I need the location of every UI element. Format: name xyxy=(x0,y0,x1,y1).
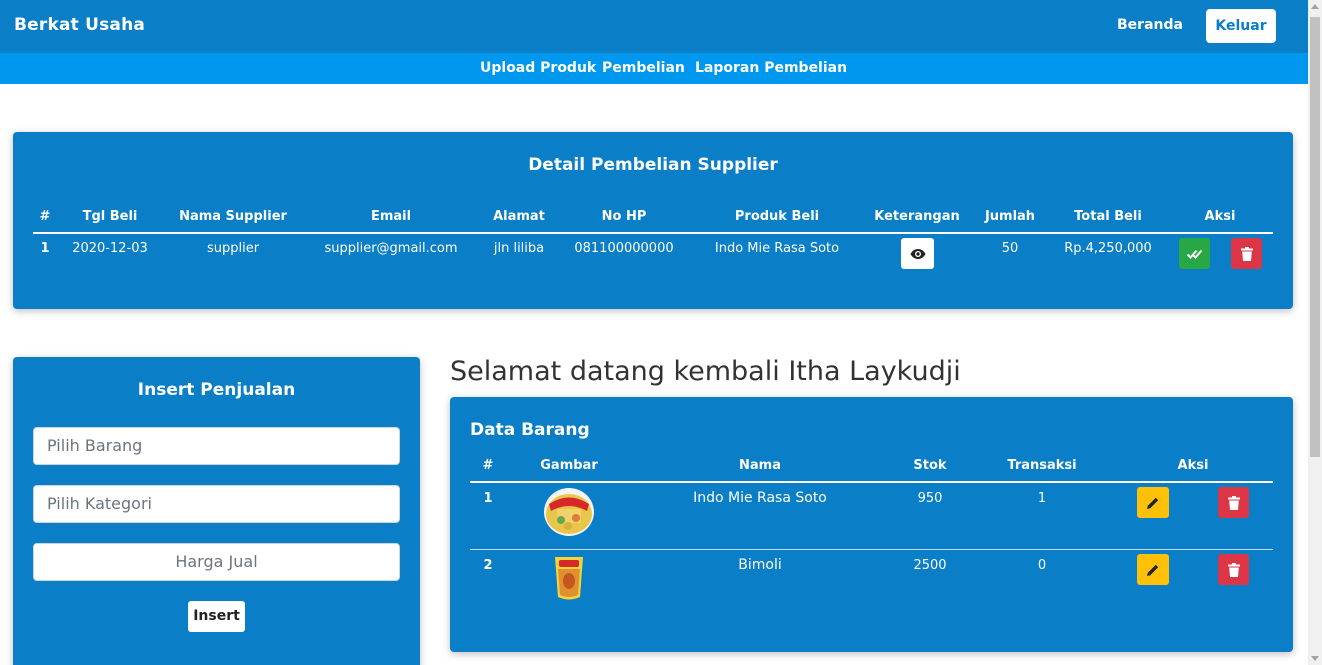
select-kategori-input[interactable]: Pilih Kategori xyxy=(33,485,400,523)
item-row-no: 1 xyxy=(483,491,493,506)
item-row-transactions: 1 xyxy=(1037,491,1047,506)
col-header-tgl-beli: Tgl Beli xyxy=(82,209,138,224)
col-header-nama-supplier: Nama Supplier xyxy=(179,209,287,224)
item-row-name: Indo Mie Rasa Soto xyxy=(693,490,827,506)
col-header-no: # xyxy=(39,209,51,224)
items-col-header-no: # xyxy=(482,458,494,473)
items-header-divider xyxy=(470,481,1273,483)
item-row-divider xyxy=(470,549,1273,550)
view-detail-button[interactable] xyxy=(901,238,934,269)
trash-icon xyxy=(1240,246,1253,261)
edit-item-button[interactable] xyxy=(1137,554,1169,585)
row-nama-supplier: supplier xyxy=(206,241,260,256)
trash-icon xyxy=(1227,562,1240,577)
subnav-upload-produk[interactable]: Upload Produk xyxy=(480,60,596,76)
item-row-stock: 2500 xyxy=(913,558,947,573)
insert-sales-title: Insert Penjualan xyxy=(137,380,296,400)
purchase-detail-card: Detail Pembelian Supplier # Tgl Beli Nam… xyxy=(13,132,1293,309)
delete-purchase-button[interactable] xyxy=(1231,238,1262,269)
item-row-stock: 950 xyxy=(917,491,943,506)
col-header-alamat: Alamat xyxy=(493,209,545,224)
sub-navbar: Upload Produk Pembelian Laporan Pembelia… xyxy=(0,53,1308,84)
col-header-produk-beli: Produk Beli xyxy=(734,209,820,224)
subnav-pembelian[interactable]: Pembelian xyxy=(602,60,685,76)
col-header-email: Email xyxy=(370,209,412,224)
trash-icon xyxy=(1227,495,1240,510)
pencil-icon xyxy=(1147,564,1159,576)
logout-button[interactable]: Keluar xyxy=(1206,9,1276,43)
harga-jual-input[interactable]: Harga Jual xyxy=(33,543,400,581)
table-header-divider xyxy=(33,232,1273,234)
insert-sales-card: Insert Penjualan Pilih Barang Pilih Kate… xyxy=(13,357,420,665)
row-alamat: jln liliba xyxy=(493,241,545,256)
top-navbar: Berkat Usaha Beranda Keluar xyxy=(0,0,1308,53)
welcome-heading: Selamat datang kembali Itha Laykudji xyxy=(450,356,961,387)
row-produk-beli: Indo Mie Rasa Soto xyxy=(714,241,840,256)
purchase-detail-title: Detail Pembelian Supplier xyxy=(528,155,778,175)
row-no-hp: 081100000000 xyxy=(574,241,674,256)
delete-item-button[interactable] xyxy=(1218,487,1249,518)
nav-link-beranda[interactable]: Beranda xyxy=(1117,17,1183,33)
scrollbar-thumb[interactable] xyxy=(1310,17,1320,457)
items-col-header-nama: Nama xyxy=(739,458,781,473)
insert-button[interactable]: Insert xyxy=(188,601,245,632)
items-col-header-aksi: Aksi xyxy=(1177,458,1209,473)
row-total-beli: Rp.4,250,000 xyxy=(1064,241,1152,256)
item-row-name: Bimoli xyxy=(738,557,782,573)
items-col-header-stok: Stok xyxy=(913,458,947,473)
item-row-transactions: 0 xyxy=(1037,558,1047,573)
items-col-header-gambar: Gambar xyxy=(540,458,598,473)
approve-button[interactable] xyxy=(1179,238,1210,269)
col-header-jumlah: Jumlah xyxy=(984,209,1036,224)
scroll-down-arrow-icon[interactable] xyxy=(1311,656,1319,661)
items-table-title: Data Barang xyxy=(470,420,590,440)
item-row-no: 2 xyxy=(483,558,493,573)
indomie-soto-product-image[interactable] xyxy=(543,487,595,537)
delete-item-button[interactable] xyxy=(1218,554,1249,585)
subnav-laporan-pembelian[interactable]: Laporan Pembelian xyxy=(695,60,847,76)
col-header-keterangan: Keterangan xyxy=(874,209,960,224)
double-check-icon xyxy=(1186,249,1202,259)
col-header-no-hp: No HP xyxy=(601,209,647,224)
col-header-aksi: Aksi xyxy=(1204,209,1236,224)
col-header-total-beli: Total Beli xyxy=(1074,209,1142,224)
row-no: 1 xyxy=(40,241,50,256)
row-email: supplier@gmail.com xyxy=(324,241,458,256)
bimoli-oil-product-image[interactable] xyxy=(551,555,587,603)
items-col-header-transaksi: Transaksi xyxy=(1007,458,1077,473)
row-jumlah: 50 xyxy=(1001,241,1019,256)
edit-item-button[interactable] xyxy=(1137,487,1169,518)
eye-icon xyxy=(910,248,925,259)
items-table-card: Data Barang # Gambar Nama Stok Transaksi… xyxy=(450,397,1293,652)
row-tgl-beli: 2020-12-03 xyxy=(72,241,148,256)
page-scrollbar[interactable] xyxy=(1308,0,1322,665)
brand-logo-text[interactable]: Berkat Usaha xyxy=(14,15,145,35)
scroll-up-arrow-icon[interactable] xyxy=(1311,4,1319,9)
select-barang-input[interactable]: Pilih Barang xyxy=(33,427,400,465)
pencil-icon xyxy=(1147,497,1159,509)
